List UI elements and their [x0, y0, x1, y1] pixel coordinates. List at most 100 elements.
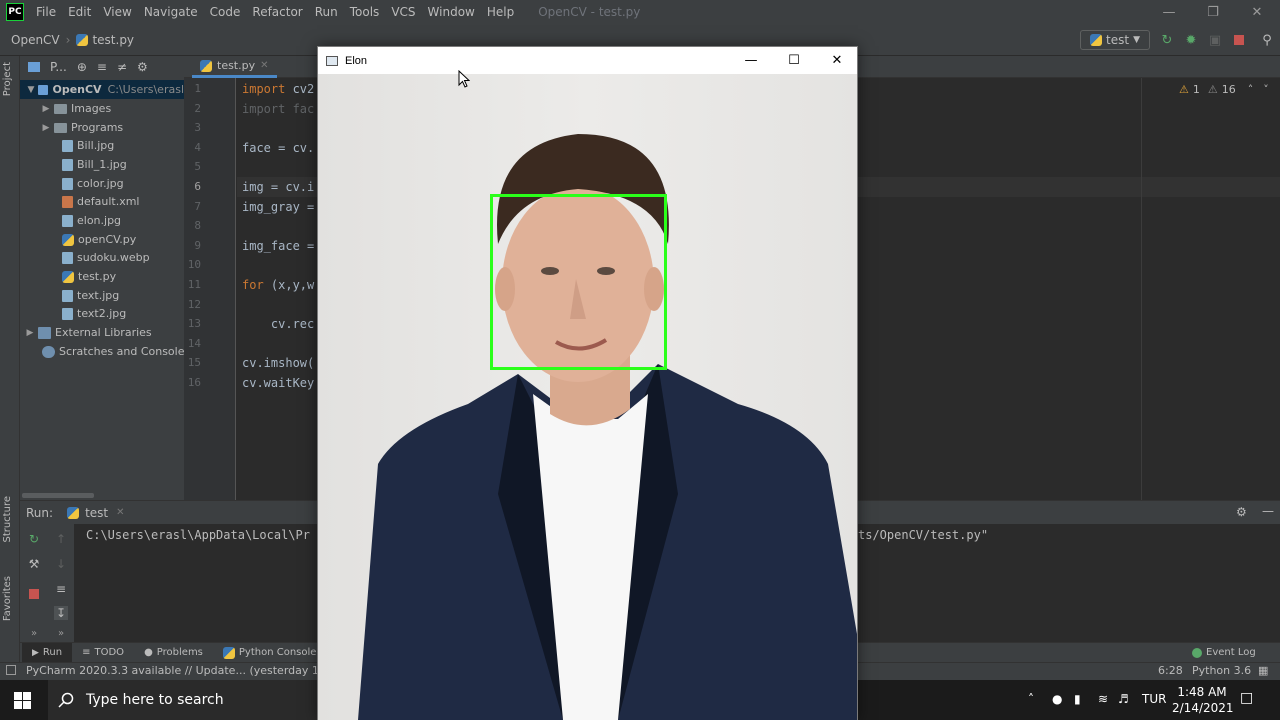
menu-code[interactable]: Code [204, 5, 247, 19]
restore-button[interactable]: ❐ [1190, 0, 1236, 24]
menu-view[interactable]: View [97, 5, 137, 19]
tool-tab-python-console[interactable]: Python Console [213, 643, 327, 663]
tree-item-default-xml[interactable]: default.xml [62, 192, 139, 211]
tree-item-images[interactable]: ▶ Images [40, 99, 112, 118]
show-hidden-icons[interactable]: ˄ [1028, 692, 1034, 706]
soft-wrap-icon[interactable]: ≡ [54, 582, 68, 596]
tree-item-programs[interactable]: ▶ Programs [40, 118, 124, 137]
menu-vcs[interactable]: VCS [385, 5, 421, 19]
stop-button[interactable] [1232, 33, 1246, 47]
tree-item-color-jpg[interactable]: color.jpg [62, 174, 124, 193]
tool-tab-problems[interactable]: ● Problems [134, 643, 213, 663]
debug-icon[interactable]: ✹ [1184, 33, 1198, 48]
close-icon[interactable]: ✕ [260, 60, 268, 71]
menu-edit[interactable]: Edit [62, 5, 97, 19]
tree-item-opencv-py[interactable]: openCV.py [62, 230, 136, 249]
tree-item-text2-jpg[interactable]: text2.jpg [62, 304, 126, 323]
chevron-up-icon[interactable]: ˄ [1248, 83, 1254, 96]
menu-run[interactable]: Run [309, 5, 344, 19]
tool-tab-todo[interactable]: ≡ TODO [72, 643, 134, 663]
breadcrumb-file[interactable]: test.py [92, 33, 134, 47]
inspection-widget[interactable]: ⚠ 1 ⚠ 16 ˄ ˅ [1179, 83, 1269, 96]
gear-icon[interactable]: ⚙ [137, 60, 148, 74]
search-everywhere-icon[interactable]: ⚲ [1260, 33, 1274, 48]
cv-minimize-button[interactable]: — [729, 47, 773, 74]
run-config-label: test [1106, 33, 1130, 47]
chevron-down-icon[interactable]: ˅ [1263, 83, 1269, 96]
gear-icon[interactable]: ⚙ [1236, 505, 1247, 519]
stop-icon[interactable] [27, 587, 41, 601]
tree-root-opencv[interactable]: ▼ OpenCV C:\Users\erasl [20, 80, 184, 99]
opencv-titlebar[interactable]: Elon — ☐ ✕ [318, 47, 857, 74]
tree-item-label: Scratches and Consoles [59, 345, 184, 358]
language-indicator[interactable]: TUR [1142, 692, 1166, 706]
microphone-icon[interactable]: ● [1052, 692, 1062, 706]
tree-item-test-py[interactable]: test.py [62, 267, 116, 286]
menu-navigate[interactable]: Navigate [138, 5, 204, 19]
volume-icon[interactable]: ♬ [1118, 692, 1129, 706]
play-icon: ▶ [32, 647, 39, 658]
wrench-icon[interactable]: ⚒ [27, 557, 41, 571]
collapse-all-icon[interactable]: ≠ [117, 60, 127, 74]
breadcrumb-project[interactable]: OpenCV [11, 33, 60, 47]
code-line: img_gray = [242, 200, 315, 214]
hide-panel-icon[interactable]: — [1262, 504, 1274, 518]
tool-tab-structure[interactable]: Structure [2, 496, 13, 543]
scroll-to-end-icon[interactable]: ↧ [54, 606, 68, 620]
tool-tab-run[interactable]: ▶ Run [22, 642, 73, 663]
portrait-photo [318, 74, 857, 720]
tool-tab-event-log[interactable]: Event Log [1182, 643, 1266, 663]
rerun-icon[interactable]: ↻ [1160, 33, 1174, 48]
menu-file[interactable]: File [30, 5, 62, 19]
tab-test-py[interactable]: test.py ✕ [192, 56, 277, 78]
taskbar-clock[interactable]: 1:48 AM 2/14/2021 [1172, 684, 1234, 716]
minimize-button[interactable]: — [1146, 0, 1192, 24]
start-button[interactable] [0, 680, 44, 720]
cv-maximize-button[interactable]: ☐ [772, 47, 816, 74]
coverage-icon[interactable]: ▣ [1208, 33, 1222, 48]
menu-refactor[interactable]: Refactor [246, 5, 308, 19]
taskbar-search[interactable]: Type here to search [48, 680, 318, 720]
window-app-icon [326, 55, 338, 66]
wifi-icon[interactable]: ≋ [1098, 692, 1108, 706]
cv-close-button[interactable]: ✕ [815, 47, 859, 74]
tree-item-sudoku-webp[interactable]: sudoku.webp [62, 248, 150, 267]
tree-item-bill1-jpg[interactable]: Bill_1.jpg [62, 155, 127, 174]
close-button[interactable]: ✕ [1234, 0, 1280, 24]
project-horizontal-scrollbar[interactable] [22, 493, 94, 498]
status-toggle-icon[interactable] [6, 665, 16, 675]
locate-icon[interactable]: ⊕ [77, 60, 87, 74]
run-config-selector[interactable]: test ▼ [1080, 30, 1150, 50]
line-number: 7 [194, 200, 201, 213]
tool-tab-project[interactable]: Project [2, 62, 13, 96]
project-view-selector[interactable]: P... [50, 60, 67, 74]
caret-position[interactable]: 6:28 [1158, 664, 1183, 677]
arrow-down-icon[interactable]: ↓ [54, 557, 68, 571]
more-icon[interactable]: » [54, 626, 68, 640]
tree-item-scratches[interactable]: Scratches and Consoles [42, 342, 184, 361]
menu-window[interactable]: Window [422, 5, 481, 19]
expand-all-icon[interactable]: ≡ [97, 60, 107, 74]
rerun-icon[interactable]: ↻ [27, 532, 41, 546]
tree-item-elon-jpg[interactable]: elon.jpg [62, 211, 121, 230]
menu-tools[interactable]: Tools [344, 5, 386, 19]
folder-icon [54, 103, 67, 114]
close-icon[interactable]: ✕ [116, 507, 124, 518]
menu-help[interactable]: Help [481, 5, 520, 19]
more-icon[interactable]: » [27, 626, 41, 640]
search-placeholder: Type here to search [86, 692, 224, 708]
arrow-up-icon[interactable]: ↑ [54, 532, 68, 546]
notifications-icon[interactable]: □ [1240, 690, 1253, 706]
lock-icon: ▦ [1258, 664, 1269, 677]
tool-tab-favorites[interactable]: Favorites [2, 576, 13, 621]
tree-item-label: openCV.py [78, 233, 137, 246]
tool-tab-label: TODO [94, 647, 125, 658]
line-number: 15 [187, 356, 201, 369]
tree-item-bill-jpg[interactable]: Bill.jpg [62, 136, 114, 155]
tree-item-text-jpg[interactable]: text.jpg [62, 286, 119, 305]
battery-icon[interactable]: ▮ [1074, 692, 1081, 706]
status-message[interactable]: PyCharm 2020.3.3 available // Update... … [26, 664, 344, 677]
run-tab-test[interactable]: test [85, 506, 108, 520]
interpreter-label[interactable]: Python 3.6 [1192, 664, 1251, 677]
tree-item-external-libraries[interactable]: ▶ External Libraries [24, 323, 152, 342]
